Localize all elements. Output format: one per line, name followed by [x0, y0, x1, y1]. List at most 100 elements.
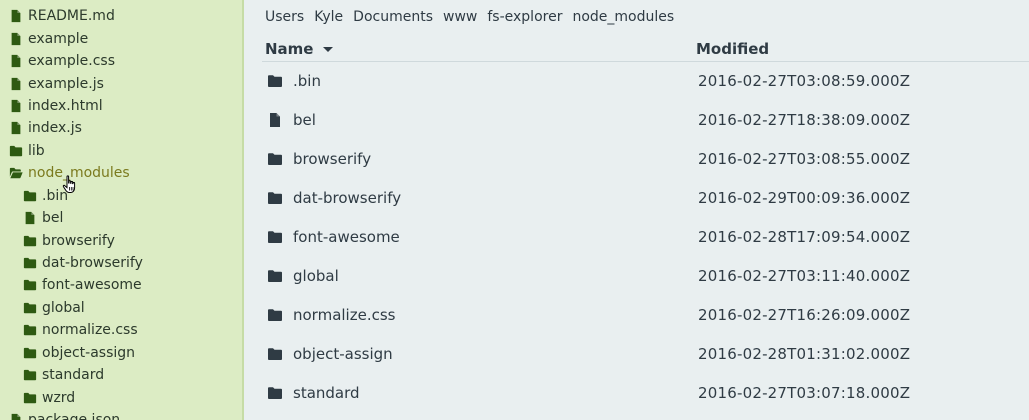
- sidebar-item-wzrd[interactable]: wzrd: [0, 386, 242, 408]
- file-explorer-window: README.md example example.css example.js ind…: [0, 0, 1029, 420]
- sidebar-item-lib[interactable]: lib: [0, 140, 242, 162]
- file-icon: [9, 99, 23, 113]
- file-icon: [9, 32, 23, 46]
- file-icon: [9, 54, 23, 68]
- table-row[interactable]: .bin 2016-02-27T03:08:59.000Z: [262, 62, 1029, 101]
- sidebar-item-label: index.js: [28, 120, 82, 137]
- file-icon: [23, 211, 37, 225]
- sidebar-item-index-html[interactable]: index.html: [0, 95, 242, 117]
- sidebar-item-bin[interactable]: .bin: [0, 185, 242, 207]
- sidebar-item-label: node_modules: [28, 165, 130, 182]
- sidebar-item-index-js[interactable]: index.js: [0, 117, 242, 139]
- sidebar-item-readme-md[interactable]: README.md: [0, 5, 242, 27]
- sidebar-item-global[interactable]: global: [0, 297, 242, 319]
- sidebar-item-standard[interactable]: standard: [0, 364, 242, 386]
- folder-icon: [23, 368, 37, 382]
- folder-icon: [23, 256, 37, 270]
- table-row[interactable]: font-awesome 2016-02-28T17:09:54.000Z: [262, 218, 1029, 257]
- table-row[interactable]: object-assign 2016-02-28T01:31:02.000Z: [262, 335, 1029, 374]
- row-modified: 2016-02-27T03:07:18.000Z: [698, 384, 911, 402]
- table-row[interactable]: dat-browserify 2016-02-29T00:09:36.000Z: [262, 179, 1029, 218]
- folder-icon: [9, 144, 23, 158]
- row-modified: 2016-02-27T03:08:59.000Z: [698, 72, 911, 90]
- folder-icon: [267, 151, 283, 167]
- sidebar-item-bel[interactable]: bel: [0, 207, 242, 229]
- row-name: standard: [293, 384, 360, 402]
- main-panel: Users Kyle Documents www fs-explorer node_mod…: [244, 0, 1029, 420]
- name-column-label: Name: [265, 40, 314, 58]
- sidebar-item-example[interactable]: example: [0, 27, 242, 49]
- sidebar-item-browserify[interactable]: browserify: [0, 229, 242, 251]
- file-icon: [9, 77, 23, 91]
- row-modified: 2016-02-27T16:26:09.000Z: [698, 306, 911, 324]
- folder-icon: [267, 229, 283, 245]
- row-name: global: [293, 267, 339, 285]
- sidebar-item-label: browserify: [42, 232, 115, 249]
- sidebar-item-label: README.md: [28, 8, 115, 25]
- sidebar-item-label: bel: [42, 210, 64, 227]
- file-icon: [9, 9, 23, 23]
- modified-column-header[interactable]: Modified: [696, 40, 769, 58]
- row-name: browserify: [293, 150, 372, 168]
- sidebar-item-label: wzrd: [42, 389, 76, 406]
- folder-open-icon: [9, 166, 23, 180]
- table-row[interactable]: bel 2016-02-27T18:38:09.000Z: [262, 101, 1029, 140]
- folder-icon: [267, 268, 283, 284]
- row-name: bel: [293, 111, 316, 129]
- row-name: object-assign: [293, 345, 393, 363]
- folder-icon: [267, 307, 283, 323]
- file-icon: [9, 413, 23, 420]
- breadcrumb-item-documents[interactable]: Documents: [353, 9, 433, 25]
- sidebar-item-example-css[interactable]: example.css: [0, 50, 242, 72]
- sidebar-item-normalize-css[interactable]: normalize.css: [0, 319, 242, 341]
- row-name: font-awesome: [293, 228, 400, 246]
- folder-icon: [267, 190, 283, 206]
- sidebar-item-label: lib: [28, 142, 45, 159]
- sidebar-item-node-modules[interactable]: node_modules: [0, 162, 242, 184]
- breadcrumb-item-fs-explorer[interactable]: fs-explorer: [487, 9, 562, 25]
- folder-icon: [267, 346, 283, 362]
- sidebar: README.md example example.css example.js ind…: [0, 0, 244, 420]
- row-name: dat-browserify: [293, 189, 402, 207]
- breadcrumb-item-kyle[interactable]: Kyle: [314, 9, 343, 25]
- sidebar-item-package-json[interactable]: package.json: [0, 409, 242, 420]
- row-modified: 2016-02-28T01:31:02.000Z: [698, 345, 911, 363]
- row-name: .bin: [293, 72, 321, 90]
- sort-caret-down-icon: [323, 46, 334, 52]
- sidebar-item-label: object-assign: [42, 344, 136, 361]
- file-icon: [9, 121, 23, 135]
- sidebar-item-dat-browserify[interactable]: dat-browserify: [0, 252, 242, 274]
- sidebar-item-example-js[interactable]: example.js: [0, 72, 242, 94]
- sidebar-item-font-awesome[interactable]: font-awesome: [0, 274, 242, 296]
- folder-icon: [23, 278, 37, 292]
- row-modified: 2016-02-27T03:11:40.000Z: [698, 267, 911, 285]
- sidebar-item-object-assign[interactable]: object-assign: [0, 342, 242, 364]
- folder-icon: [23, 301, 37, 315]
- row-modified: 2016-02-27T18:38:09.000Z: [698, 111, 911, 129]
- file-icon: [267, 112, 283, 128]
- row-modified: 2016-02-27T03:08:55.000Z: [698, 150, 911, 168]
- sidebar-item-label: .bin: [42, 187, 69, 204]
- sidebar-item-label: package.json: [28, 412, 120, 420]
- table-row[interactable]: global 2016-02-27T03:11:40.000Z: [262, 257, 1029, 296]
- breadcrumb-item-www[interactable]: www: [443, 9, 477, 25]
- table-row[interactable]: normalize.css 2016-02-27T16:26:09.000Z: [262, 296, 1029, 335]
- sidebar-item-label: dat-browserify: [42, 255, 143, 272]
- sidebar-item-label: example: [28, 30, 89, 47]
- breadcrumb-item-node-modules[interactable]: node_modules: [572, 9, 674, 25]
- folder-icon: [267, 73, 283, 89]
- sidebar-item-label: index.html: [28, 97, 103, 114]
- folder-icon: [267, 385, 283, 401]
- table-header: Name Modified: [262, 38, 1029, 62]
- sidebar-item-label: example.js: [28, 75, 104, 92]
- folder-icon: [23, 189, 37, 203]
- table-row[interactable]: browserify 2016-02-27T03:08:55.000Z: [262, 140, 1029, 179]
- folder-icon: [23, 346, 37, 360]
- file-list: .bin 2016-02-27T03:08:59.000Z bel 2016-02-2…: [262, 62, 1029, 413]
- row-name: normalize.css: [293, 306, 396, 324]
- row-modified: 2016-02-29T00:09:36.000Z: [698, 189, 911, 207]
- table-row[interactable]: standard 2016-02-27T03:07:18.000Z: [262, 374, 1029, 413]
- breadcrumb-item-users[interactable]: Users: [265, 9, 304, 25]
- sidebar-item-label: example.css: [28, 53, 115, 70]
- name-column-header[interactable]: Name: [265, 40, 334, 58]
